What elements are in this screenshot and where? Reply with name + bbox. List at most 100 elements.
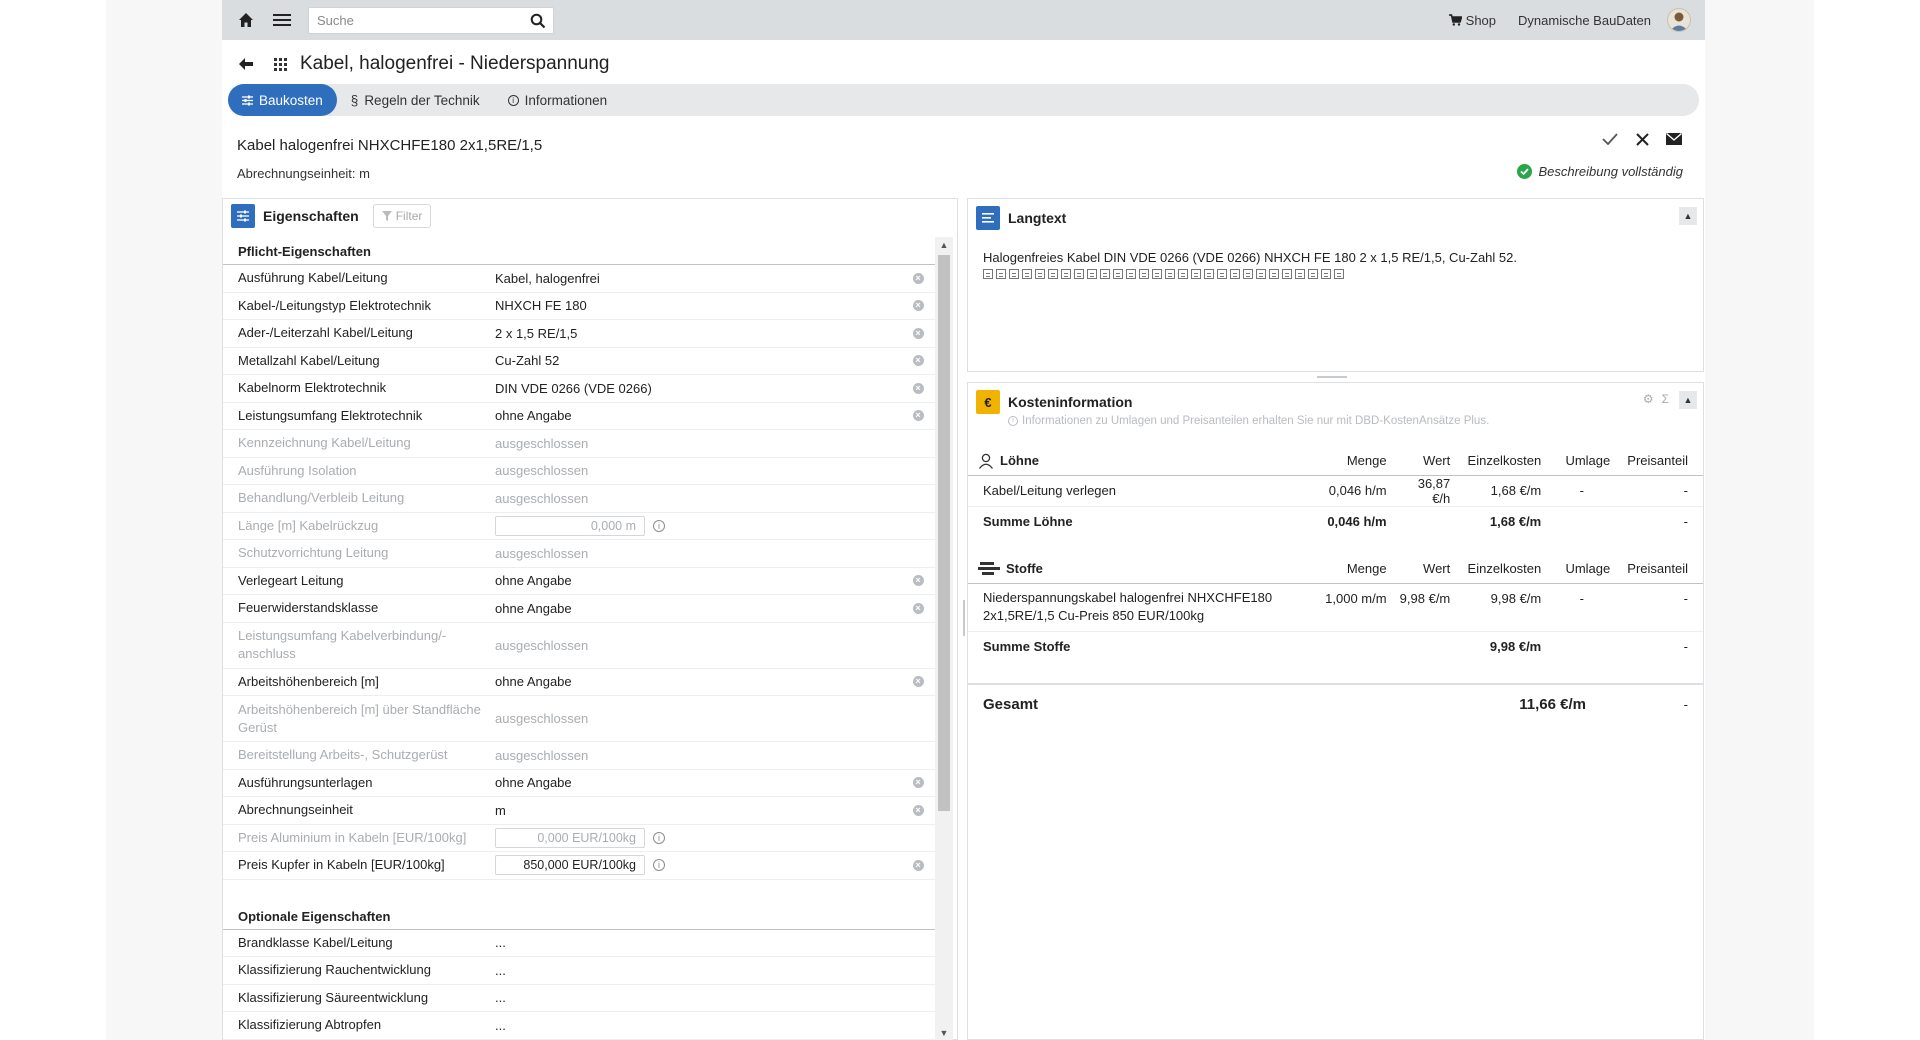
item-unit: Abrechnungseinheit: m [237, 166, 370, 181]
sum-icon[interactable]: Σ [1662, 392, 1669, 406]
info-icon[interactable]: i [653, 859, 665, 872]
property-row[interactable]: Preis Kupfer in Kabeln [EUR/100kg] 850,00… [223, 852, 935, 880]
property-row[interactable]: Ader-/Leiterzahl Kabel/Leitung 2 x 1,5 RE… [223, 320, 935, 348]
property-row[interactable]: Arbeitshöhenbereich [m] ohne Angabe × [223, 669, 935, 696]
col-wert: Wert [1392, 555, 1457, 584]
property-row[interactable]: Brandklasse Kabel/Leitung... [223, 930, 935, 957]
sum-preisanteil: - [1683, 513, 1688, 529]
cost-title: Kosteninformation [1008, 394, 1133, 410]
home-icon[interactable] [234, 8, 258, 32]
scrollbar[interactable]: ▲ ▼ [935, 237, 953, 1040]
clear-icon[interactable]: × [912, 272, 924, 284]
clear-icon[interactable]: × [912, 676, 924, 688]
property-value[interactable]: ohne Angabe [495, 408, 901, 423]
property-value[interactable]: 2 x 1,5 RE/1,5 [495, 326, 901, 341]
property-name: Klassifizierung Säureentwicklung [238, 989, 429, 1005]
info-icon[interactable]: i [653, 831, 665, 844]
property-value[interactable]: Cu-Zahl 52 [495, 353, 901, 368]
tab-regeln-der-technik[interactable]: § Regeln der Technik [337, 84, 494, 116]
clear-icon[interactable]: × [912, 300, 924, 312]
clear-icon[interactable]: × [912, 327, 924, 339]
grid-icon[interactable] [270, 54, 290, 74]
loehne-header-row: Löhne Menge Wert Einzelkosten Umlage Pre… [968, 447, 1703, 476]
shop-link[interactable]: Shop [1443, 13, 1502, 28]
property-row: Ausführung Isolation ausgeschlossen [223, 458, 935, 485]
property-row[interactable]: Kabelnorm Elektrotechnik DIN VDE 0266 (VD… [223, 375, 935, 403]
mail-icon[interactable] [1665, 130, 1683, 148]
avatar[interactable] [1667, 8, 1691, 32]
col-wert: Wert [1392, 447, 1457, 476]
property-value[interactable]: NHXCH FE 180 [495, 298, 901, 313]
cell-menge: 0,046 h/m [1318, 475, 1393, 507]
search-icon[interactable] [525, 8, 551, 33]
langtext-text: Halogenfreies Kabel DIN VDE 0266 (VDE 02… [983, 250, 1517, 265]
property-row[interactable]: Feuerwiderstandsklasse ohne Angabe × [223, 595, 935, 623]
property-name: Arbeitshöhenbereich [m] [238, 673, 379, 689]
cost-note-text: Informationen zu Umlagen und Preisanteil… [1022, 415, 1490, 427]
clear-icon[interactable]: × [912, 602, 924, 614]
property-row[interactable]: Ausführungsunterlagen ohne Angabe × [223, 770, 935, 797]
property-value[interactable]: ohne Angabe [495, 573, 901, 588]
property-row[interactable]: Klassifizierung Rauchentwicklung... [223, 957, 935, 985]
property-row[interactable]: Klassifizierung Säureentwicklung... [223, 985, 935, 1012]
property-row[interactable]: Kabel-/Leitungstyp Elektrotechnik NHXCH F… [223, 293, 935, 320]
check-circle-icon [1517, 164, 1533, 179]
collapse-icon[interactable]: ▲ [1679, 207, 1697, 225]
menu-icon[interactable] [270, 8, 294, 32]
property-name: Kabel-/Leitungstyp Elektrotechnik [238, 297, 431, 313]
property-value: ausgeschlossen [495, 545, 589, 561]
close-icon[interactable] [1633, 130, 1651, 148]
search-input[interactable] [309, 8, 525, 33]
property-value[interactable]: ohne Angabe [495, 601, 901, 616]
scrollbar-thumb[interactable] [938, 255, 950, 811]
length-input: 0,000 m [495, 515, 645, 536]
tab-baukosten[interactable]: Baukosten [228, 84, 337, 116]
tab-informationen[interactable]: i Informationen [494, 84, 622, 116]
property-row[interactable]: Verlegeart Leitung ohne Angabe × [223, 568, 935, 595]
property-value[interactable]: ... [495, 935, 901, 950]
property-row[interactable]: Metallzahl Kabel/Leitung Cu-Zahl 52 × [223, 348, 935, 375]
clear-icon[interactable]: × [912, 859, 924, 871]
property-row[interactable]: Leistungsumfang Elektrotechnik ohne Angab… [223, 403, 935, 430]
property-row[interactable]: Abrechnungseinheit m × [223, 797, 935, 825]
property-value[interactable]: m [495, 803, 901, 818]
sum-label: Summe Stoffe [983, 638, 1071, 654]
sliders-icon [242, 95, 253, 105]
brand-link[interactable]: Dynamische BauDaten [1512, 13, 1657, 28]
property-value[interactable]: ... [495, 990, 901, 1005]
clear-icon[interactable]: × [912, 777, 924, 789]
property-value[interactable]: DIN VDE 0266 (VDE 0266) [495, 381, 901, 396]
horizontal-splitter[interactable] [1317, 376, 1347, 378]
property-row: Arbeitshöhenbereich [m] über Standfläche… [223, 696, 935, 742]
property-value[interactable]: ... [495, 1018, 901, 1033]
property-row[interactable]: Klassifizierung Abtropfen... [223, 1012, 935, 1040]
scroll-up-icon[interactable]: ▲ [935, 237, 953, 253]
check-icon[interactable] [1601, 130, 1619, 148]
property-value[interactable]: ... [495, 963, 901, 978]
total-preisanteil: - [1683, 696, 1688, 712]
copper-price-input[interactable]: 850,000 EUR/100kg [495, 855, 645, 876]
info-icon[interactable]: i [653, 519, 665, 532]
property-value[interactable]: Kabel, halogenfrei [495, 271, 901, 286]
col-menge: Menge [1318, 447, 1393, 476]
brand-label: Dynamische BauDaten [1518, 12, 1651, 28]
property-value[interactable]: ohne Angabe [495, 674, 901, 689]
sum-menge: 0,046 h/m [1327, 513, 1387, 529]
clear-icon[interactable]: × [912, 355, 924, 367]
property-value[interactable]: ohne Angabe [495, 775, 901, 790]
back-arrow-icon[interactable] [236, 54, 256, 74]
filter-button[interactable]: Filter [372, 204, 432, 228]
collapse-icon[interactable]: ▲ [1679, 391, 1697, 409]
clear-icon[interactable]: × [912, 575, 924, 587]
clear-icon[interactable]: × [912, 804, 924, 816]
properties-list: Pflicht-Eigenschaften Ausführung Kabel/L… [223, 237, 935, 1040]
cell-preisanteil: - [1616, 583, 1703, 632]
settings-icon[interactable]: ⚙ [1643, 392, 1654, 406]
property-row[interactable]: Ausführung Kabel/Leitung Kabel, halogenfr… [223, 265, 935, 293]
clear-icon[interactable]: × [912, 382, 924, 394]
property-name: Leistungsumfang Elektrotechnik [238, 407, 423, 423]
property-name: Kabelnorm Elektrotechnik [238, 380, 387, 396]
scroll-down-icon[interactable]: ▼ [935, 1025, 953, 1040]
vertical-splitter[interactable] [963, 600, 965, 636]
clear-icon[interactable]: × [912, 410, 924, 422]
